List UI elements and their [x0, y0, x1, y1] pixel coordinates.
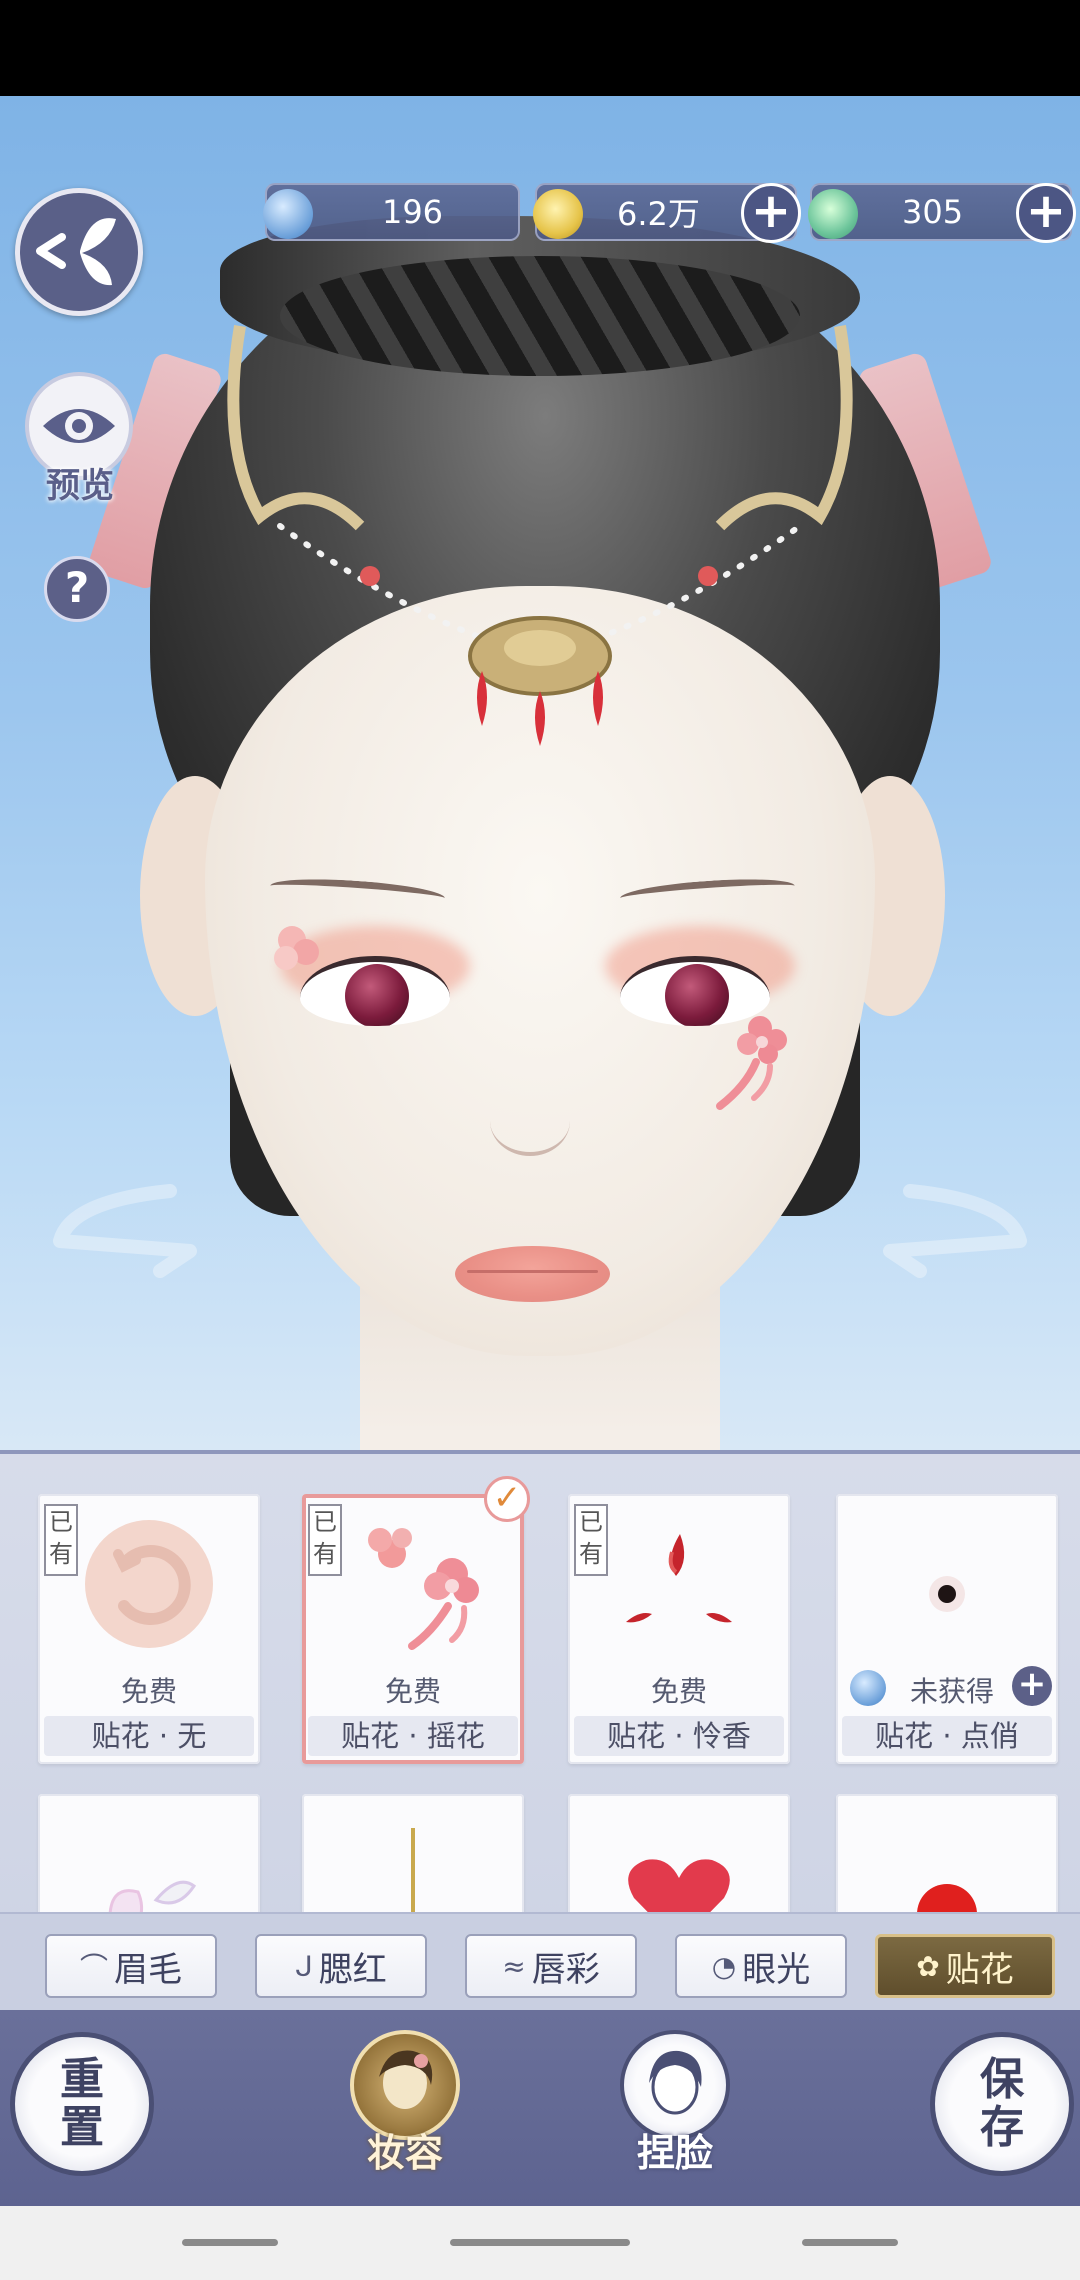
- lips: [455, 1246, 610, 1302]
- item-card-dianqiao[interactable]: 未获得 + 贴花 · 点俏: [836, 1494, 1058, 1764]
- item-name: 贴花 · 点俏: [842, 1716, 1052, 1756]
- system-nav-bar: [0, 2206, 1080, 2280]
- system-recents-handle[interactable]: [802, 2239, 898, 2246]
- item-price: 免费: [650, 1675, 707, 1708]
- item-grid[interactable]: 已有 免费 贴花 · 无 已有 免费 贴花 · 摇花 ✓ 已有 免费 贴花 · …: [0, 1454, 1080, 1912]
- tab-label: 腮红: [318, 1949, 387, 1990]
- item-price: 免费: [384, 1675, 441, 1708]
- rotate-left-icon[interactable]: [50, 1181, 200, 1301]
- tab-label: 眉毛: [114, 1949, 182, 1990]
- jade-currency: 196: [263, 183, 520, 241]
- item-card[interactable]: [38, 1794, 260, 1912]
- reset-label-top: 重: [60, 2054, 104, 2105]
- save-label-top: 保: [980, 2054, 1024, 2105]
- item-card[interactable]: [568, 1794, 790, 1912]
- owned-tag: 已有: [44, 1504, 78, 1576]
- petal-decal-icon: [108, 1880, 197, 1912]
- add-energy-button[interactable]: +: [1016, 183, 1076, 243]
- owned-tag: 已有: [574, 1504, 608, 1576]
- item-card[interactable]: [836, 1794, 1058, 1912]
- beauty-mark-icon: [929, 1576, 965, 1612]
- tab-lipstick[interactable]: ≈ 唇彩: [465, 1934, 637, 1998]
- brush-icon: ᒍ: [295, 1949, 313, 1983]
- back-button[interactable]: [15, 188, 143, 316]
- tab-label: 贴花: [945, 1949, 1014, 1990]
- item-price: 免费: [120, 1675, 177, 1708]
- gold-currency: 6.2万 +: [533, 183, 801, 243]
- heart-decal-icon: [628, 1859, 730, 1912]
- face-decal-flower-left: [274, 926, 319, 970]
- eye-light-icon: ◔: [711, 1949, 737, 1983]
- item-name: 贴花 · 怜香: [574, 1716, 784, 1756]
- butterfly-back-icon: [36, 218, 116, 286]
- help-button[interactable]: ?: [44, 556, 110, 622]
- add-gold-button[interactable]: +: [741, 183, 801, 243]
- face-portrait-icon: [649, 2050, 702, 2115]
- hairpin-decal-icon: [411, 1828, 415, 1912]
- selected-check-icon: ✓: [484, 1476, 530, 1522]
- category-tabs: ⌒ 眉毛 ᒍ 腮红 ≈ 唇彩 ◔ 眼光 ✿ 贴花: [0, 1912, 1080, 2010]
- character-viewport[interactable]: [0, 96, 1080, 1450]
- face-sculpt-label: 捏脸: [636, 2130, 713, 2175]
- energy-currency: 305 +: [808, 183, 1076, 243]
- flower-icon: ✿: [916, 1949, 940, 1983]
- item-card-yaohua[interactable]: 已有 免费 贴花 · 摇花: [302, 1494, 524, 1764]
- nose: [490, 1086, 570, 1156]
- face-decal-flower-right: [716, 1016, 787, 1110]
- owned-tag: 已有: [308, 1504, 342, 1576]
- item-name: 贴花 · 摇花: [308, 1716, 518, 1756]
- reset-label-bottom: 置: [60, 2102, 104, 2153]
- item-name: 贴花 · 无: [44, 1716, 254, 1756]
- tiara-ornament: [227, 325, 853, 746]
- status-bar: [0, 0, 1080, 96]
- save-button[interactable]: 保 存: [930, 2032, 1074, 2176]
- item-card-none[interactable]: 已有 免费 贴花 · 无: [38, 1494, 260, 1764]
- jade-token-icon: [263, 189, 313, 239]
- item-card-lianxiang[interactable]: 已有 免费 贴花 · 怜香: [568, 1494, 790, 1764]
- brow-icon: ⌒: [79, 1951, 108, 1984]
- makeup-portrait-icon: [379, 2050, 433, 2109]
- tab-label: 唇彩: [531, 1949, 600, 1990]
- reset-button[interactable]: 重 置: [10, 2032, 154, 2176]
- tab-eyebrow[interactable]: ⌒ 眉毛: [45, 1934, 217, 1998]
- save-label-bottom: 存: [980, 2102, 1024, 2153]
- item-card[interactable]: [302, 1794, 524, 1912]
- tab-eye-light[interactable]: ◔ 眼光: [675, 1934, 847, 1998]
- buy-item-button[interactable]: +: [1012, 1666, 1052, 1706]
- coin-icon: [533, 189, 583, 239]
- tab-decal[interactable]: ✿ 贴花: [875, 1934, 1055, 1998]
- lips-icon: ≈: [502, 1949, 526, 1983]
- system-home-handle[interactable]: [450, 2239, 630, 2246]
- system-back-handle[interactable]: [182, 2239, 278, 2246]
- tab-label: 眼光: [742, 1949, 811, 1990]
- bottom-bar: 重 置 妆容 捏脸 保 存: [0, 2010, 1080, 2206]
- preview-label: 预览: [46, 466, 114, 506]
- decal-panel: 已有 免费 贴花 · 无 已有 免费 贴花 · 摇花 ✓ 已有 免费 贴花 · …: [0, 1450, 1080, 2010]
- makeup-label: 妆容: [366, 2130, 443, 2175]
- rotate-right-icon[interactable]: [880, 1181, 1030, 1301]
- tab-blush[interactable]: ᒍ 腮红: [255, 1934, 427, 1998]
- red-dot-decal-icon: [917, 1884, 977, 1912]
- energy-swirl-icon: [808, 189, 858, 239]
